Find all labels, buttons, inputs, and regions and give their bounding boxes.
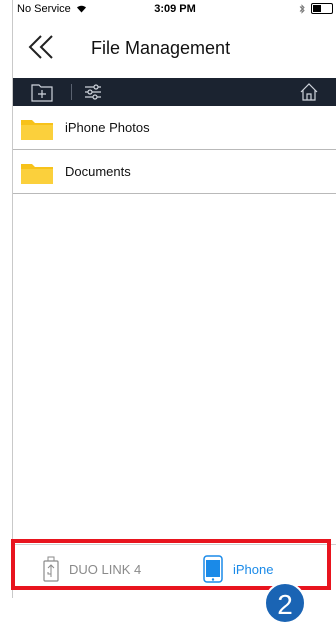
status-right [299,3,333,14]
battery-icon [311,3,333,14]
status-time: 3:09 PM [154,3,196,15]
file-name: Documents [65,164,131,179]
page-title: File Management [91,38,231,58]
file-row-iphone-photos[interactable]: iPhone Photos [13,106,336,150]
home-icon[interactable] [299,82,319,102]
file-row-documents[interactable]: Documents [13,150,336,194]
new-folder-icon[interactable] [31,82,53,102]
sliders-icon[interactable] [83,82,103,102]
step-badge: 2 [264,582,306,624]
back-chevron-icon[interactable] [27,32,57,62]
toolbar [13,78,336,106]
folder-icon [21,164,53,184]
bluetooth-icon [299,3,305,14]
toolbar-divider [71,84,72,100]
nav-bar: File Management [13,20,336,78]
status-bar: No Service 3:09 PM [13,0,336,20]
file-name: iPhone Photos [65,120,150,135]
phone-screen: No Service 3:09 PM File Management iPhon… [12,0,336,598]
file-list: iPhone Photos Documents [13,106,336,194]
folder-icon [21,120,53,140]
